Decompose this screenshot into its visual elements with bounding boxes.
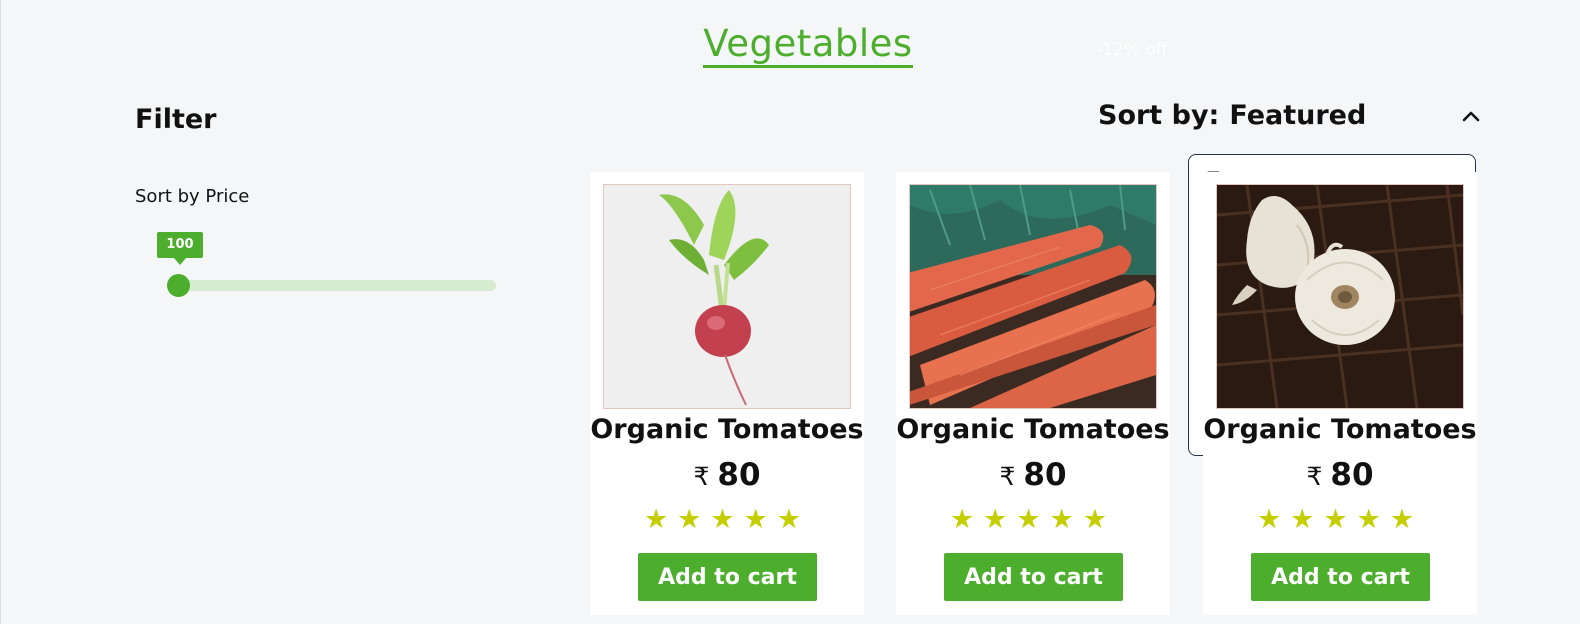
star-icon: ★ [643,504,678,535]
product-price: ₹80 [896,457,1170,493]
product-name: Organic Tomatoes [896,414,1170,445]
sort-dropdown[interactable]: Sort by: Featured [1098,100,1488,140]
star-rating: ★★★★★ [1203,504,1477,535]
add-to-cart-button[interactable]: Add to cart [1251,553,1430,601]
star-icon: ★ [983,504,1017,535]
star-icon: ★ [776,504,811,535]
star-icon: ★ [1290,504,1324,535]
product-image-radish[interactable] [603,184,851,409]
page-left-border [0,0,1,624]
sort-selected-value: Featured [1229,100,1367,131]
product-card: Organic Tomatoes ₹80 ★★★★★ Add to cart [590,172,864,615]
price-slider-thumb[interactable] [167,274,190,297]
star-icon: ★ [1356,504,1390,535]
product-card: Organic Tomatoes ₹80 ★★★★★ Add to cart [1203,172,1477,615]
discount-badge: -12% off [1096,40,1168,60]
star-icon: ★ [1256,504,1291,535]
price-value: 80 [1330,457,1374,493]
page-title[interactable]: Vegetables [0,22,1580,68]
star-icon: ★ [949,504,984,535]
add-to-cart-button[interactable]: Add to cart [944,553,1123,601]
product-price: ₹80 [590,457,864,493]
price-slider-tooltip: 100 [157,232,203,265]
product-price: ₹80 [1203,457,1477,493]
star-icon: ★ [1016,504,1050,535]
product-name: Organic Tomatoes [590,414,864,445]
rupee-icon: ₹ [693,462,710,491]
star-icon: ★ [1389,504,1424,535]
star-icon: ★ [1082,504,1117,535]
sort-by-price-label: Sort by Price [135,186,250,207]
chevron-up-icon[interactable] [1462,110,1480,122]
star-icon: ★ [743,504,777,535]
star-icon: ★ [1049,504,1083,535]
star-icon: ★ [710,504,744,535]
star-icon: ★ [677,504,711,535]
rupee-icon: ₹ [1306,462,1323,491]
price-value: 80 [1023,457,1067,493]
star-rating: ★★★★★ [896,504,1170,535]
star-icon: ★ [1323,504,1357,535]
rupee-icon: ₹ [999,462,1016,491]
price-slider[interactable] [167,274,496,297]
add-to-cart-button[interactable]: Add to cart [638,553,817,601]
product-name: Organic Tomatoes [1203,414,1477,445]
product-card: Organic Tomatoes ₹80 ★★★★★ Add to cart [896,172,1170,615]
product-image-carrots[interactable] [909,184,1157,409]
filter-heading: Filter [135,104,217,135]
price-value: 80 [717,457,761,493]
star-rating: ★★★★★ [590,504,864,535]
product-image-garlic[interactable] [1216,184,1464,409]
sort-label: Sort by: [1098,100,1220,131]
